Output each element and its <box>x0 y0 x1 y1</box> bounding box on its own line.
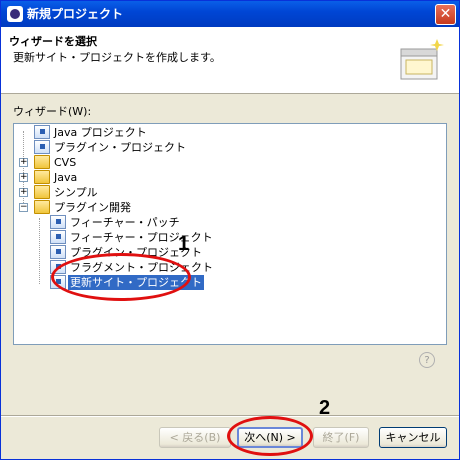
help-icon[interactable]: ? <box>419 352 435 368</box>
folder-open-icon <box>34 200 50 214</box>
tree-item-label: フィーチャー・プロジェクト <box>70 231 213 244</box>
eclipse-icon <box>7 6 23 22</box>
annotation-number-2: 2 <box>319 397 331 419</box>
finish-button[interactable]: 終了(F) <box>313 427 369 448</box>
plugin-project-icon <box>34 140 50 154</box>
cancel-button[interactable]: キャンセル <box>379 427 447 448</box>
feature-project-icon <box>50 230 66 244</box>
annotation-number-1: 1 <box>178 233 190 255</box>
collapse-icon[interactable]: − <box>19 203 28 212</box>
new-project-dialog: 新規プロジェクト ✕ ウィザードを選択 更新サイト・プロジェクトを作成します。 … <box>0 0 460 460</box>
wizard-header: ウィザードを選択 更新サイト・プロジェクトを作成します。 <box>1 27 459 94</box>
feature-patch-icon <box>50 215 66 229</box>
wizards-label: ウィザード(W): <box>13 105 92 118</box>
annotation-ellipse-1 <box>51 253 191 301</box>
title-bar: 新規プロジェクト ✕ <box>1 1 459 27</box>
header-description: 更新サイト・プロジェクトを作成します。 <box>13 51 221 64</box>
tree-item-label: Java <box>54 171 78 184</box>
wizard-tree[interactable]: Java プロジェクト プラグイン・プロジェクト + CVS + Java + … <box>13 123 447 345</box>
tree-item-label: Java プロジェクト <box>54 126 147 139</box>
tree-item-label: シンプル <box>54 186 98 199</box>
tree-item-label: プラグイン・プロジェクト <box>54 141 186 154</box>
plugin-project-icon <box>50 245 66 259</box>
window-title: 新規プロジェクト <box>27 7 124 21</box>
expand-icon[interactable]: + <box>19 173 28 182</box>
tree-guide-line <box>23 131 24 211</box>
header-title: ウィザードを選択 <box>9 35 97 48</box>
expand-icon[interactable]: + <box>19 158 28 167</box>
folder-icon <box>34 170 50 184</box>
back-button[interactable]: < 戻る(B) <box>159 427 231 448</box>
button-bar-separator <box>1 415 459 417</box>
close-button[interactable]: ✕ <box>435 4 456 25</box>
expand-icon[interactable]: + <box>19 188 28 197</box>
tree-item-label: CVS <box>54 156 77 169</box>
tree-guide-line <box>39 218 40 284</box>
tree-item-label: フィーチャー・パッチ <box>70 216 180 229</box>
tree-item-label: プラグイン開発 <box>54 201 131 214</box>
annotation-ellipse-2 <box>227 416 313 456</box>
folder-icon <box>34 185 50 199</box>
folder-icon <box>34 155 50 169</box>
wizard-banner-icon <box>400 39 444 80</box>
java-project-icon <box>34 125 50 139</box>
